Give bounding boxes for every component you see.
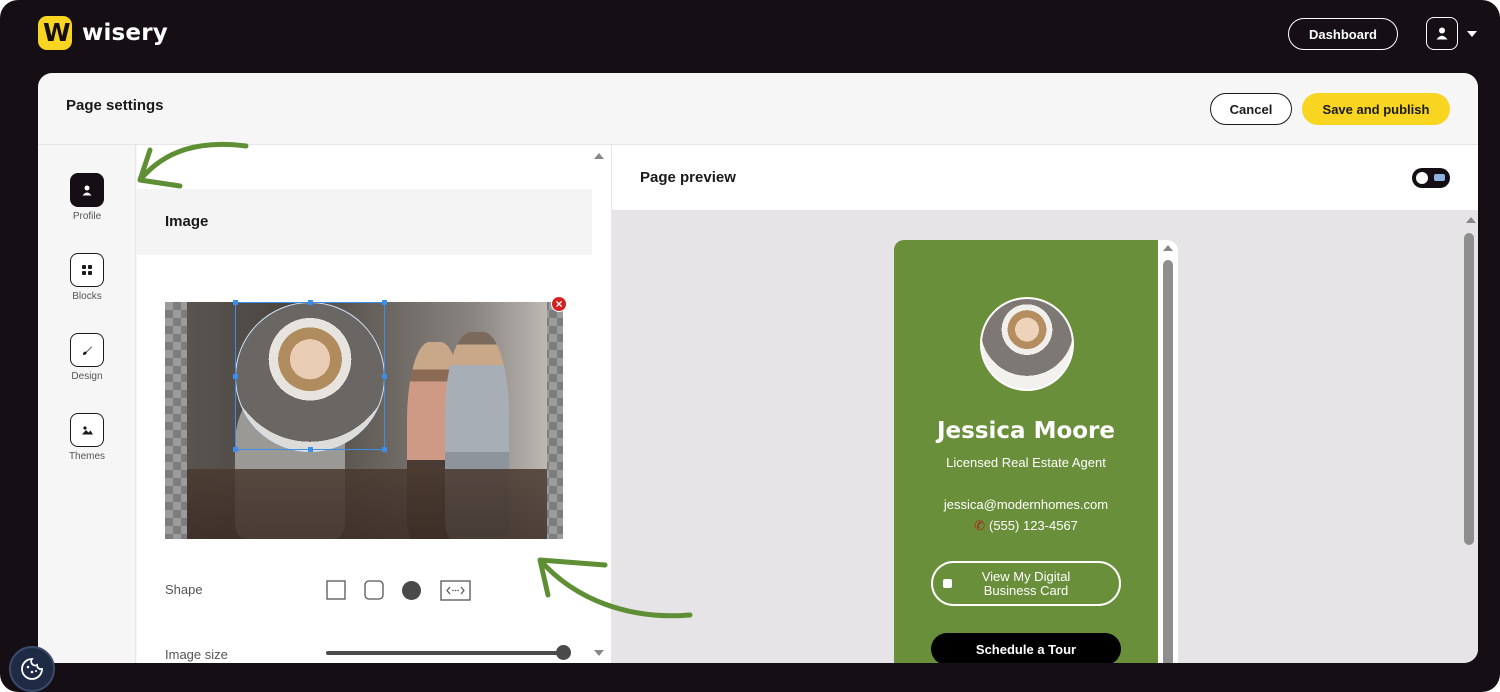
logo-mark-icon: W (38, 16, 72, 50)
scroll-up-arrow-icon[interactable] (1466, 217, 1476, 223)
button-label: View My Digital Business Card (981, 568, 1071, 598)
phone-icon: ✆ (974, 518, 985, 533)
sidebar-item-label: Blocks (72, 291, 102, 302)
profile-email[interactable]: jessica@modernhomes.com (894, 497, 1158, 512)
user-menu-button[interactable] (1426, 17, 1458, 50)
crop-handle[interactable] (382, 300, 387, 305)
phone-scrollbar[interactable] (1158, 240, 1178, 663)
sidebar-item-label: Profile (72, 211, 102, 222)
profile-phone[interactable]: ✆ (555) 123-4567 (894, 518, 1158, 534)
profile-job-title: Licensed Real Estate Agent (946, 455, 1106, 470)
wisery-logo[interactable]: W wisery (38, 16, 168, 50)
crop-handle[interactable] (382, 447, 387, 452)
sidebar-item-label: Design (71, 371, 103, 382)
card-header: Page settings Cancel Save and publish (38, 73, 1478, 145)
sidebar-item-design[interactable]: Design (38, 333, 136, 382)
crop-handle[interactable] (308, 300, 313, 305)
preview-header: Page preview (611, 145, 1478, 211)
sidebar-item-themes[interactable]: Themes (38, 413, 136, 462)
scroll-up-arrow-icon[interactable] (594, 153, 604, 159)
sidebar-item-blocks[interactable]: Blocks (38, 253, 136, 302)
crop-handle[interactable] (382, 374, 387, 379)
profile-phone-number: (555) 123-4567 (989, 518, 1078, 533)
crop-selection-box[interactable] (233, 300, 387, 452)
crop-handle[interactable] (233, 374, 238, 379)
shape-custom-option[interactable] (440, 580, 471, 606)
phone-scroll-thumb[interactable] (1163, 260, 1173, 663)
preview-device-toggle[interactable] (1412, 168, 1450, 188)
sidebar-item-label: Themes (68, 451, 106, 462)
section-title: Image (165, 213, 209, 230)
scroll-down-arrow-icon[interactable] (594, 650, 604, 656)
image-size-slider[interactable] (326, 651, 566, 655)
card-icon (943, 579, 952, 588)
preview-area: Jessica Moore Licensed Real Estate Agent… (611, 211, 1478, 663)
settings-sidebar: Profile Blocks Design Themes (38, 145, 136, 663)
desktop-icon (1434, 174, 1445, 181)
schedule-tour-button[interactable]: Schedule a Tour (931, 633, 1121, 663)
shape-label: Shape (165, 582, 203, 597)
crop-handle[interactable] (233, 300, 238, 305)
image-icon (70, 413, 104, 447)
chevron-down-icon[interactable] (1467, 31, 1477, 37)
save-and-publish-button[interactable]: Save and publish (1302, 93, 1450, 125)
preview-scrollbar[interactable] (1464, 233, 1474, 545)
image-crop-area[interactable] (165, 300, 563, 539)
image-section-header: Image (137, 189, 592, 255)
crop-handle[interactable] (233, 447, 238, 452)
page-title: Page settings (66, 97, 164, 114)
grid-icon (70, 253, 104, 287)
image-size-label: Image size (165, 647, 228, 662)
app-window: W wisery Dashboard Page settings Cancel … (0, 0, 1500, 692)
preview-title: Page preview (640, 169, 736, 186)
editor-panel: Image × Shape Image size (137, 145, 611, 663)
sidebar-item-profile[interactable]: Profile (38, 173, 136, 222)
brand-name: wisery (82, 20, 168, 46)
brush-icon (70, 333, 104, 367)
crop-handle[interactable] (308, 447, 313, 452)
dashboard-button[interactable]: Dashboard (1288, 18, 1398, 50)
remove-image-icon[interactable]: × (551, 296, 567, 312)
scroll-up-arrow-icon[interactable] (1163, 245, 1173, 251)
floor (187, 469, 547, 539)
person-icon (70, 173, 104, 207)
cookie-icon (21, 658, 43, 680)
toggle-knob (1416, 172, 1428, 184)
profile-avatar (980, 297, 1074, 391)
phone-preview: Jessica Moore Licensed Real Estate Agent… (894, 240, 1178, 663)
profile-name: Jessica Moore (936, 418, 1115, 444)
shape-square-option[interactable] (326, 580, 346, 605)
shape-circle-option[interactable] (401, 580, 422, 606)
view-business-card-button[interactable]: View My Digital Business Card (931, 561, 1121, 606)
page-settings-card: Page settings Cancel Save and publish Pr… (38, 73, 1478, 663)
user-icon (1436, 27, 1448, 40)
cancel-button[interactable]: Cancel (1210, 93, 1292, 125)
cookie-settings-button[interactable] (9, 646, 55, 692)
shape-rounded-option[interactable] (364, 580, 384, 605)
image-size-slider-knob[interactable] (556, 645, 571, 660)
